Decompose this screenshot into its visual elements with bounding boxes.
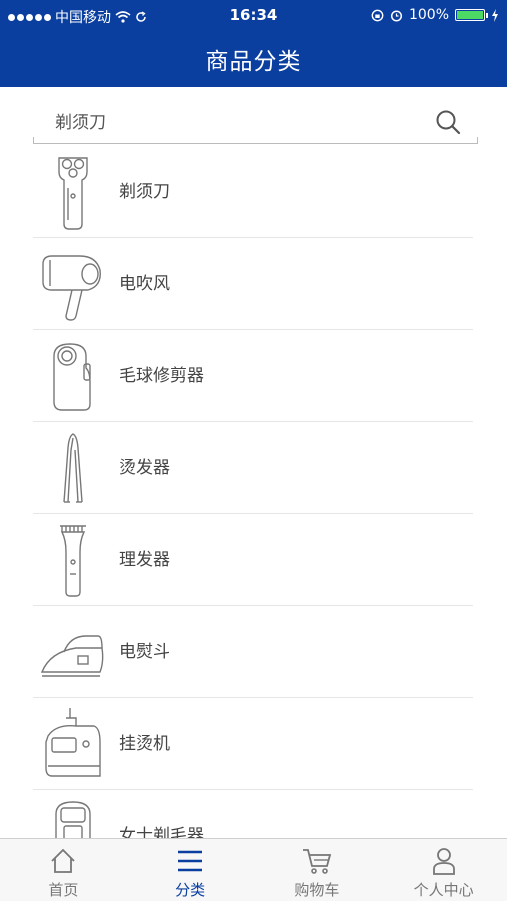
- search-input[interactable]: [33, 100, 433, 140]
- list-item[interactable]: 理发器: [0, 514, 507, 606]
- status-bar: 中国移动 16:34 100%: [0, 0, 507, 30]
- list-item[interactable]: 毛球修剪器: [0, 330, 507, 422]
- tab-bar: 首页 分类 购物车 个人中心: [0, 838, 507, 901]
- hair-dryer-icon: [42, 255, 101, 321]
- hair-straightener-icon: [63, 433, 83, 503]
- menu-icon: [178, 850, 203, 872]
- page-title: 商品分类: [205, 48, 302, 75]
- cart-icon: [302, 849, 332, 874]
- tab-category[interactable]: 分类: [127, 839, 254, 901]
- tab-label: 首页: [48, 881, 79, 899]
- category-list: 剃须刀 电吹风 毛球修剪器 烫发器 理发器 电熨斗 挂烫机 女士剃毛器: [0, 146, 507, 882]
- item-label: 电吹风: [119, 274, 170, 294]
- garment-steamer-icon: [45, 708, 101, 777]
- shaver-icon: [58, 157, 88, 230]
- tab-label: 分类: [175, 881, 206, 899]
- list-item[interactable]: 剃须刀: [0, 146, 507, 238]
- list-item[interactable]: 电熨斗: [0, 606, 507, 698]
- iron-icon: [40, 635, 104, 677]
- status-right: 100%: [371, 7, 499, 23]
- item-label: 烫发器: [119, 458, 170, 478]
- item-label: 理发器: [119, 550, 170, 570]
- lint-remover-icon: [53, 343, 91, 411]
- tab-label: 个人中心: [413, 881, 474, 899]
- hair-clipper-icon: [60, 525, 86, 597]
- list-item[interactable]: 挂烫机: [0, 698, 507, 790]
- tab-home[interactable]: 首页: [0, 839, 127, 901]
- item-label: 剃须刀: [119, 182, 170, 202]
- tab-cart[interactable]: 购物车: [254, 839, 381, 901]
- alarm-icon: [390, 9, 403, 22]
- charging-icon: [492, 8, 498, 22]
- user-icon: [432, 848, 455, 875]
- item-label: 挂烫机: [119, 734, 170, 754]
- home-icon: [51, 848, 76, 873]
- battery-icon: [455, 9, 488, 21]
- search-bar: [33, 100, 478, 144]
- item-label: 电熨斗: [119, 642, 170, 662]
- search-underline: [33, 137, 478, 144]
- search-icon[interactable]: [434, 108, 462, 136]
- tab-label: 购物车: [294, 881, 340, 899]
- list-item[interactable]: 电吹风: [0, 238, 507, 330]
- item-label: 毛球修剪器: [119, 366, 204, 386]
- rotation-lock-icon: [371, 9, 384, 21]
- nav-bar: 商品分类: [0, 30, 507, 87]
- tab-profile[interactable]: 个人中心: [380, 839, 507, 901]
- list-item[interactable]: 烫发器: [0, 422, 507, 514]
- battery-percent: 100%: [408, 7, 449, 23]
